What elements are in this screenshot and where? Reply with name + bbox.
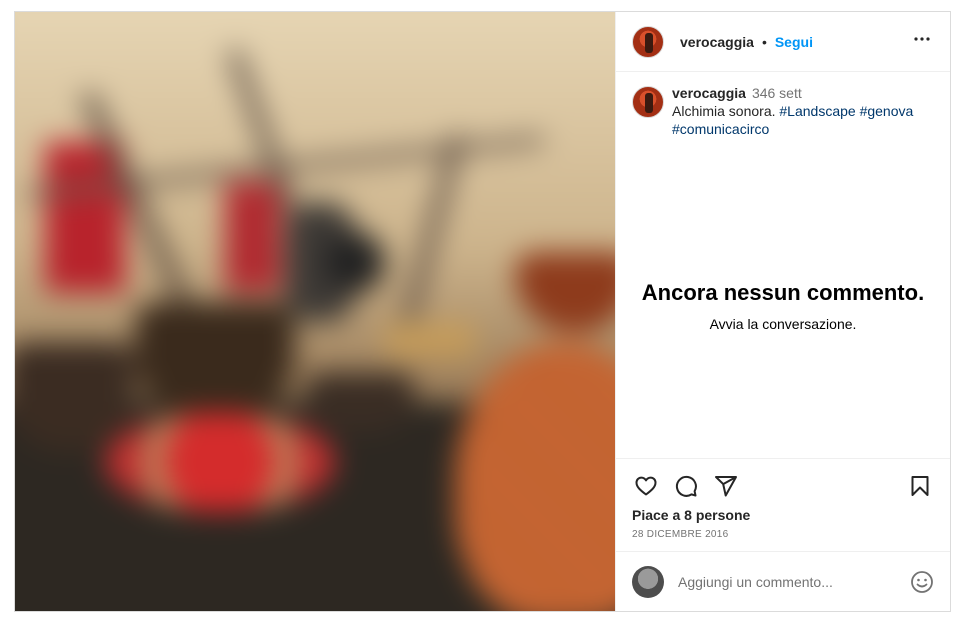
hashtag-link[interactable]: #comunicacirco [672,121,769,137]
likes-count[interactable]: Piace a 8 persone [632,507,934,523]
follow-button[interactable]: Segui [775,34,813,50]
caption-avatar[interactable] [632,86,664,118]
post-dialog: verocaggia • Segui verocaggia 346 sett Al… [14,11,951,612]
bookmark-icon-svg [911,476,929,496]
image-content [15,12,615,611]
action-icons [632,471,934,501]
post-header: verocaggia • Segui [616,12,950,72]
current-user-avatar [632,565,664,598]
caption-body: verocaggia 346 sett Alchimia sonora. #Lan… [672,84,913,138]
more-options-icon[interactable] [910,27,934,56]
bookmark-icon[interactable] [906,472,934,500]
comment-input[interactable] [678,573,910,590]
author-username[interactable]: verocaggia [680,34,754,50]
comment-icon[interactable] [672,472,700,500]
post-actions: Piace a 8 persone 28 DICEMBRE 2016 [616,458,950,540]
caption-username[interactable]: verocaggia [672,85,746,101]
caption-text: Alchimia sonora. [672,103,780,119]
emoji-icon-svg [911,570,933,593]
empty-comments: Ancora nessun commento. Avvia la convers… [616,280,950,332]
more-dots-icon [914,37,930,41]
share-icon-svg [715,476,737,497]
caption-time[interactable]: 346 sett [752,85,802,101]
share-icon[interactable] [712,472,740,500]
heart-icon-svg [635,476,657,496]
author-avatar[interactable] [632,25,664,58]
post-image[interactable] [15,12,615,611]
comment-icon-svg [675,475,697,497]
heart-icon[interactable] [632,472,660,500]
hashtag-link[interactable]: #Landscape [779,103,855,119]
post-side-panel: verocaggia • Segui verocaggia 346 sett Al… [615,12,950,611]
post-date[interactable]: 28 DICEMBRE 2016 [632,529,934,540]
empty-comments-subtitle: Avvia la conversazione. [709,316,857,332]
hashtag-link[interactable]: #genova [860,103,914,119]
post-caption: verocaggia 346 sett Alchimia sonora. #Lan… [616,72,950,138]
comment-composer [616,551,950,611]
header-separator: • [761,33,767,50]
empty-comments-title: Ancora nessun commento. [641,280,925,305]
emoji-icon[interactable] [910,570,934,594]
